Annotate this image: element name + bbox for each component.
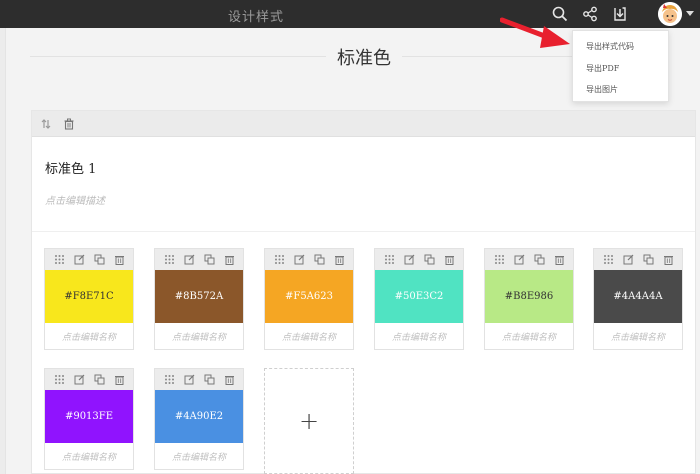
color-swatch[interactable]: #9013FE 点击编辑名称 (44, 368, 134, 470)
top-bar: 设计样式 (0, 0, 700, 28)
trash-icon[interactable] (112, 253, 126, 267)
trash-icon[interactable] (61, 116, 77, 132)
share-icon[interactable] (579, 3, 601, 25)
trash-icon[interactable] (222, 253, 236, 267)
section-divider-right (402, 56, 572, 57)
swatch-toolbar (45, 249, 133, 270)
sort-icon[interactable] (38, 116, 54, 132)
copy-icon[interactable] (641, 253, 655, 267)
account-caret-icon[interactable] (686, 11, 694, 16)
copy-icon[interactable] (312, 253, 326, 267)
swatch-color[interactable]: #9013FE (45, 390, 133, 443)
drag-handle-icon[interactable] (52, 373, 66, 387)
swatch-hex: #50E3C2 (394, 291, 444, 302)
swatch-name[interactable]: 点击编辑名称 (375, 323, 463, 349)
swatch-toolbar (594, 249, 682, 270)
trash-icon[interactable] (442, 253, 456, 267)
swatch-hex: #9013FE (64, 411, 114, 422)
add-color-button[interactable]: + (264, 368, 354, 474)
swatch-name[interactable]: 点击编辑名称 (155, 323, 243, 349)
swatch-name[interactable]: 点击编辑名称 (45, 443, 133, 469)
swatch-hex: #8B572A (174, 291, 224, 302)
swatch-hex: #F5A623 (285, 291, 333, 302)
swatch-color[interactable]: #8B572A (155, 270, 243, 323)
edit-icon[interactable] (182, 253, 196, 267)
swatch-color[interactable]: #F8E71C (45, 270, 133, 323)
swatch-hex: #4A4A4A (613, 291, 663, 302)
section-title: 标准色 (337, 48, 391, 69)
avatar[interactable] (658, 2, 682, 26)
color-swatch[interactable]: #4A90E2 点击编辑名称 (154, 368, 244, 470)
card-toolbar (32, 111, 695, 137)
swatch-color[interactable]: #50E3C2 (375, 270, 463, 323)
edit-icon[interactable] (402, 253, 416, 267)
trash-icon[interactable] (332, 253, 346, 267)
swatch-toolbar (155, 249, 243, 270)
drag-handle-icon[interactable] (162, 253, 176, 267)
swatch-color[interactable]: #F5A623 (265, 270, 353, 323)
section-divider-left (30, 56, 326, 57)
swatch-hex: #4A90E2 (174, 411, 224, 422)
trash-icon[interactable] (661, 253, 675, 267)
swatch-color[interactable]: #4A90E2 (155, 390, 243, 443)
pointer-arrow-icon (500, 17, 570, 48)
color-swatch[interactable]: #50E3C2 点击编辑名称 (374, 248, 464, 350)
export-code-menu-item[interactable]: 导出样式代码 (586, 41, 634, 52)
copy-icon[interactable] (92, 373, 106, 387)
trash-icon[interactable] (552, 253, 566, 267)
drag-handle-icon[interactable] (601, 253, 615, 267)
edit-icon[interactable] (72, 253, 86, 267)
copy-icon[interactable] (202, 253, 216, 267)
card-description[interactable]: 点击编辑描述 (45, 192, 105, 207)
swatch-toolbar (375, 249, 463, 270)
app-title: 设计样式 (228, 10, 285, 25)
edit-icon[interactable] (72, 373, 86, 387)
export-image-menu-item[interactable]: 导出图片 (586, 84, 618, 95)
plus-icon: + (298, 407, 320, 435)
copy-icon[interactable] (422, 253, 436, 267)
color-swatch[interactable]: #B8E986 点击编辑名称 (484, 248, 574, 350)
swatch-name[interactable]: 点击编辑名称 (594, 323, 682, 349)
card-divider (32, 231, 695, 232)
edit-icon[interactable] (621, 253, 635, 267)
color-swatch[interactable]: #8B572A 点击编辑名称 (154, 248, 244, 350)
drag-handle-icon[interactable] (52, 253, 66, 267)
drag-handle-icon[interactable] (272, 253, 286, 267)
swatch-toolbar (45, 369, 133, 390)
swatch-name[interactable]: 点击编辑名称 (485, 323, 573, 349)
drag-handle-icon[interactable] (382, 253, 396, 267)
trash-icon[interactable] (112, 373, 126, 387)
side-strip (0, 28, 6, 474)
edit-icon[interactable] (182, 373, 196, 387)
copy-icon[interactable] (92, 253, 106, 267)
trash-icon[interactable] (222, 373, 236, 387)
swatch-color[interactable]: #4A4A4A (594, 270, 682, 323)
download-icon[interactable] (609, 3, 631, 25)
card-title[interactable]: 标准色 1 (45, 158, 96, 177)
drag-handle-icon[interactable] (492, 253, 506, 267)
edit-icon[interactable] (512, 253, 526, 267)
copy-icon[interactable] (202, 373, 216, 387)
color-swatch[interactable]: #F5A623 点击编辑名称 (264, 248, 354, 350)
swatch-hex: #F8E71C (64, 291, 114, 302)
swatch-name[interactable]: 点击编辑名称 (45, 323, 133, 349)
edit-icon[interactable] (292, 253, 306, 267)
swatch-name[interactable]: 点击编辑名称 (265, 323, 353, 349)
swatch-toolbar (155, 369, 243, 390)
swatch-toolbar (485, 249, 573, 270)
export-pdf-menu-item[interactable]: 导出PDF (586, 63, 619, 74)
swatch-hex: #B8E986 (504, 291, 554, 302)
export-dropdown: 导出样式代码 导出PDF 导出图片 (572, 30, 669, 102)
drag-handle-icon[interactable] (162, 373, 176, 387)
color-swatch[interactable]: #4A4A4A 点击编辑名称 (593, 248, 683, 350)
swatch-color[interactable]: #B8E986 (485, 270, 573, 323)
color-swatch[interactable]: #F8E71C 点击编辑名称 (44, 248, 134, 350)
swatch-name[interactable]: 点击编辑名称 (155, 443, 243, 469)
copy-icon[interactable] (532, 253, 546, 267)
swatch-toolbar (265, 249, 353, 270)
